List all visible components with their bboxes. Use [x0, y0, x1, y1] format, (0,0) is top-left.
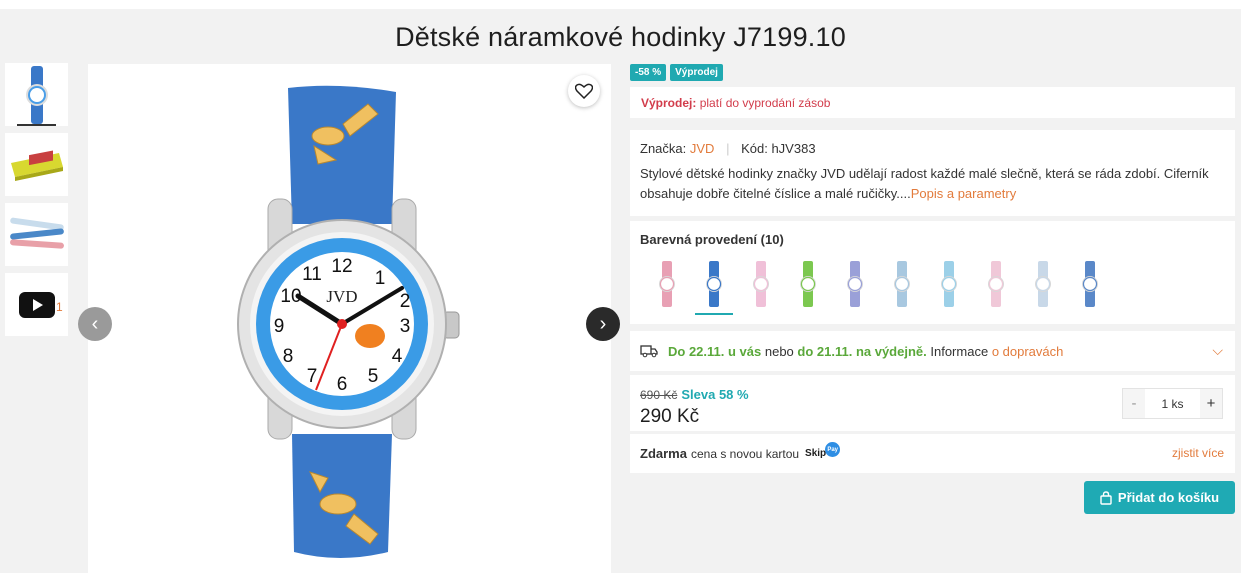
delivery-pickup: do 21.11. na výdejně. [797, 343, 927, 359]
video-count: 1 [56, 300, 63, 314]
divider: | [726, 141, 730, 156]
watch-variant-icon [988, 261, 1004, 307]
watch-thumbnail-icon [25, 65, 48, 124]
variant-item[interactable] [836, 261, 874, 309]
chevron-right-icon: › [599, 312, 607, 335]
svg-text:5: 5 [368, 366, 379, 387]
old-price: 690 Kč [640, 388, 678, 402]
svg-text:6: 6 [337, 374, 348, 395]
delivery-info[interactable]: Do 22.11. u vás nebo do 21.11. na výdejn… [630, 331, 1235, 371]
svg-text:8: 8 [283, 346, 294, 367]
promo-bold: Zdarma [640, 446, 687, 461]
svg-text:11: 11 [302, 264, 322, 285]
sale-text: platí do vyprodání zásob [699, 96, 831, 110]
variant-item[interactable] [742, 261, 780, 309]
skippay-promo: Zdarma cena s novou kartou Skip Pay zjist… [630, 434, 1235, 473]
variant-item[interactable] [695, 261, 733, 315]
params-link[interactable]: Popis a parametry [911, 186, 1017, 201]
gallery-next-button[interactable]: › [586, 307, 620, 341]
sale-notice: Výprodej: platí do vyprodání zásob [630, 87, 1235, 118]
add-to-cart-button[interactable]: Přidat do košíku [1084, 481, 1235, 514]
heart-icon [575, 83, 593, 99]
variant-item[interactable] [789, 261, 827, 309]
variants-heading: Barevná provedení (10) [640, 232, 784, 247]
main-product-image[interactable]: 12 1 2 3 4 5 6 7 8 9 10 11 JVD [88, 64, 611, 573]
badges: -58 % Výprodej [630, 64, 1235, 81]
delivery-home: Do 22.11. u vás [668, 343, 762, 359]
watch-variant-icon [659, 261, 675, 307]
gift-box-icon [10, 149, 63, 181]
delivery-info-label: Informace [930, 343, 989, 359]
variant-item[interactable] [1071, 261, 1109, 309]
watch-variant-icon [941, 261, 957, 307]
discount-text: Sleva 58 % [681, 387, 749, 402]
svg-text:1: 1 [375, 268, 386, 289]
svg-text:2: 2 [400, 291, 411, 312]
top-bar [0, 0, 1241, 9]
skippay-brand: Skip [805, 448, 827, 459]
variant-item[interactable] [883, 261, 921, 309]
skippay-badge: Pay [825, 442, 841, 457]
quantity-plus-button[interactable]: + [1200, 389, 1222, 418]
brand-label: Značka: [640, 141, 687, 156]
straps-icon [9, 217, 64, 249]
quantity-minus-button[interactable]: - [1123, 389, 1145, 418]
chevron-down-icon[interactable]: ⌵ [1212, 342, 1223, 359]
quantity-input[interactable]: 1 ks [1145, 397, 1200, 411]
promo-text: cena s novou kartou [690, 446, 800, 461]
watch-variant-icon [753, 261, 769, 307]
svg-text:7: 7 [307, 366, 318, 387]
thumbnail-watch[interactable] [5, 63, 68, 126]
sale-label: Výprodej: [641, 96, 697, 110]
code-label: Kód: [741, 141, 768, 156]
svg-text:JVD: JVD [326, 287, 357, 306]
svg-text:9: 9 [274, 316, 285, 337]
skippay-logo: Skip Pay [805, 442, 841, 459]
variant-item[interactable] [977, 261, 1015, 309]
truck-icon [640, 345, 658, 358]
delivery-link[interactable]: o dopravách [992, 344, 1064, 359]
watch-image: 12 1 2 3 4 5 6 7 8 9 10 11 JVD [237, 85, 460, 558]
discount-badge: -58 % [630, 64, 667, 81]
product-code: hJV383 [771, 141, 816, 156]
product-info: -58 % Výprodej [630, 64, 1235, 81]
watch-variant-icon [706, 261, 722, 307]
chevron-left-icon: ‹ [91, 312, 99, 335]
delivery-or: nebo [764, 343, 794, 359]
variant-item[interactable] [1024, 261, 1062, 309]
thumbnail-box[interactable] [5, 133, 68, 196]
price-box: 690 Kč Sleva 58 % 290 Kč - 1 ks + [630, 375, 1235, 431]
gallery-prev-button[interactable]: ‹ [78, 307, 112, 341]
watch-variant-icon [1082, 261, 1098, 307]
favorite-button[interactable] [568, 75, 600, 107]
watch-variant-icon [894, 261, 910, 307]
svg-text:3: 3 [400, 316, 411, 337]
svg-text:4: 4 [392, 346, 403, 367]
color-variants: Barevná provedení (10) [630, 221, 1235, 324]
quantity-stepper: - 1 ks + [1122, 388, 1223, 419]
watch-variant-icon [800, 261, 816, 307]
variant-item[interactable] [930, 261, 968, 309]
play-video-icon [18, 291, 55, 318]
add-to-cart-label: Přidat do košíku [1117, 490, 1220, 505]
watch-variant-icon [1035, 261, 1051, 307]
page-title: Dětské náramkové hodinky J7199.10 [395, 22, 846, 52]
brand-link[interactable]: JVD [690, 141, 715, 156]
sale-badge: Výprodej [670, 64, 723, 81]
variant-item[interactable] [648, 261, 686, 309]
variants-row [640, 261, 1225, 315]
lock-bag-icon [1100, 490, 1112, 505]
product-description: Značka: JVD | Kód: hJV383 Stylové dětské… [630, 130, 1235, 216]
thumbnail-straps[interactable] [5, 203, 68, 266]
svg-text:12: 12 [331, 256, 352, 277]
watch-variant-icon [847, 261, 863, 307]
promo-more-link[interactable]: zjistit více [1172, 446, 1224, 460]
